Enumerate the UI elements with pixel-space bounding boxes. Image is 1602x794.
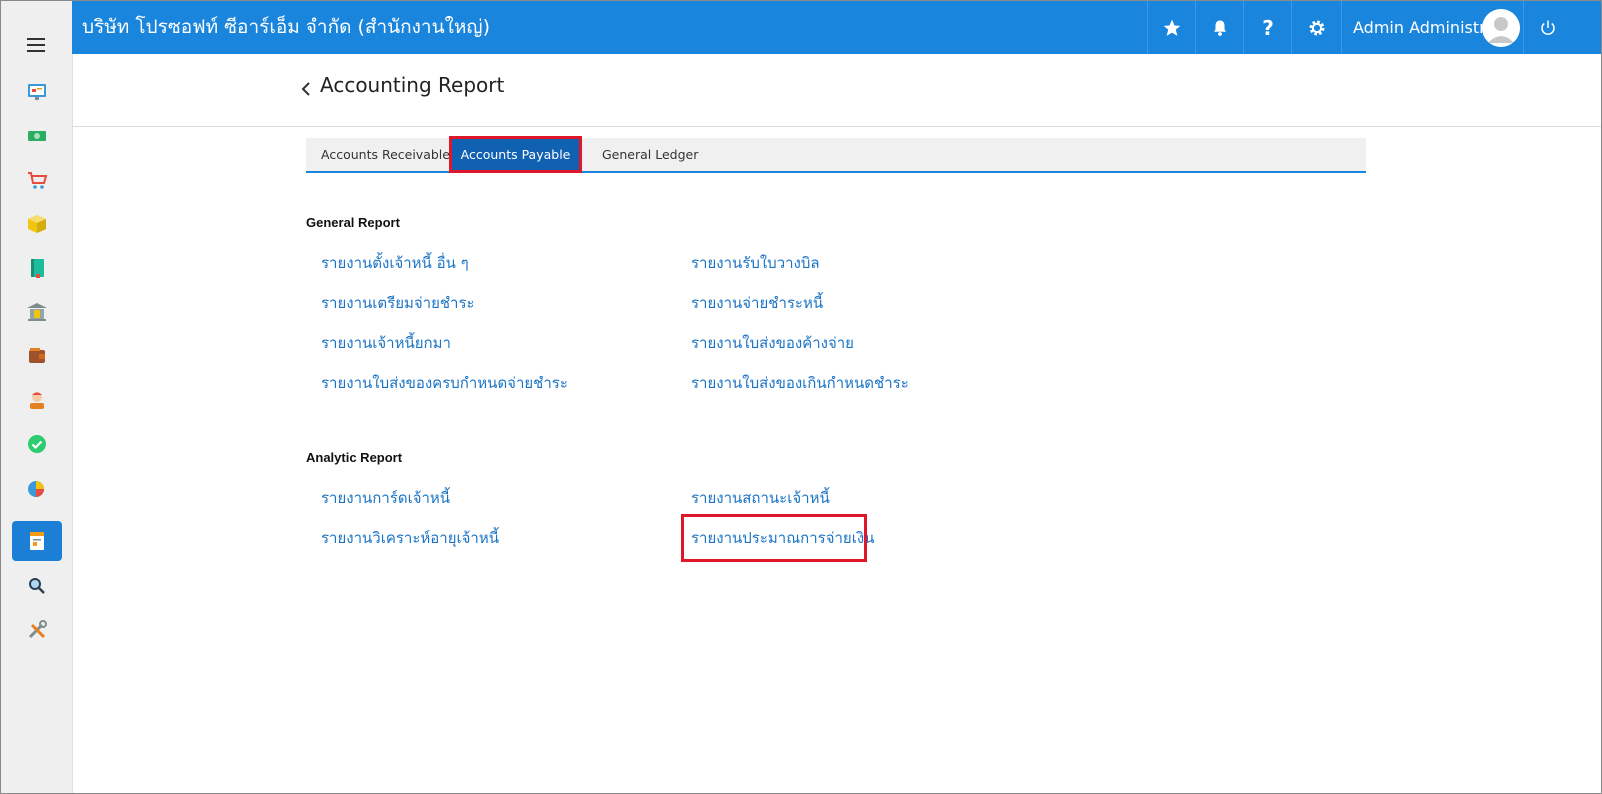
report-link[interactable]: รายงานการ์ดเจ้าหนี้ [321, 486, 450, 510]
wallet-icon [29, 348, 45, 363]
report-tabs: Accounts Receivable Accounts Payable Gen… [306, 136, 1366, 173]
dashboard-icon [28, 84, 46, 100]
tools-icon [28, 620, 47, 639]
report-link[interactable]: รายงานเจ้าหนี้ยกมา [321, 331, 451, 355]
star-icon [1163, 19, 1181, 36]
top-bar: บริษัท โปรซอฟท์ ซีอาร์เอ็ม จำกัด (สำนักง… [72, 1, 1601, 54]
search-icon [29, 578, 45, 594]
report-link[interactable]: รายงานรับใบวางบิล [691, 251, 820, 275]
power-icon [1541, 20, 1555, 35]
report-link[interactable]: รายงานใบส่งของค้างจ่าย [691, 331, 854, 355]
sidebar-item-report[interactable] [12, 521, 62, 561]
page-title: Accounting Report [320, 73, 505, 97]
gear-icon [1309, 20, 1325, 35]
notifications-button[interactable] [1195, 1, 1244, 54]
money-icon [28, 131, 46, 141]
sidebar-item-bank[interactable] [12, 292, 62, 332]
box-icon [28, 215, 46, 233]
analytic-report-heading: Analytic Report [306, 450, 403, 465]
sidebar [1, 1, 73, 793]
check-icon [28, 435, 46, 453]
report-link[interactable]: รายงานสถานะเจ้าหนี้ [691, 486, 830, 510]
highlight-box [681, 514, 867, 562]
favorites-button[interactable] [1147, 1, 1196, 54]
book-icon [31, 259, 44, 278]
report-link[interactable]: รายงานเตรียมจ่ายชำระ [321, 291, 475, 315]
hamburger-menu-icon[interactable] [27, 38, 45, 52]
report-link[interactable]: รายงานวิเคราะห์อายุเจ้าหนี้ [321, 526, 499, 550]
report-icon [30, 532, 44, 550]
general-report-heading: General Report [306, 215, 400, 230]
tab-accounts-receivable[interactable]: Accounts Receivable [306, 138, 465, 171]
tab-general-ledger[interactable]: General Ledger [587, 138, 713, 171]
settings-button[interactable] [1291, 1, 1342, 54]
sidebar-item-customer[interactable] [12, 380, 62, 420]
tab-accounts-payable[interactable]: Accounts Payable [449, 136, 582, 173]
page-header: Accounting Report [73, 54, 1601, 127]
sidebar-item-tools[interactable] [12, 610, 62, 650]
sidebar-item-approval[interactable] [12, 424, 62, 464]
report-link[interactable]: รายงานตั้งเจ้าหนี้ อื่น ๆ [321, 251, 469, 275]
cart-icon [28, 172, 48, 189]
user-name: Admin Administr... [1353, 18, 1500, 37]
sidebar-item-book[interactable] [12, 248, 62, 288]
back-arrow-icon[interactable] [299, 81, 313, 97]
report-link[interactable]: รายงานใบส่งของครบกำหนดจ่ายชำระ [321, 371, 568, 395]
report-link[interactable]: รายงานจ่ายชำระหนี้ [691, 291, 823, 315]
sidebar-item-dashboard[interactable] [12, 72, 62, 112]
company-name: บริษัท โปรซอฟท์ ซีอาร์เอ็ม จำกัด (สำนักง… [82, 16, 490, 38]
help-button[interactable]: ? [1243, 1, 1292, 54]
report-link[interactable]: รายงานใบส่งของเกินกำหนดชำระ [691, 371, 909, 395]
customer-icon [30, 392, 44, 409]
sidebar-item-box[interactable] [12, 204, 62, 244]
sidebar-item-analytics[interactable] [12, 468, 62, 508]
sidebar-item-money[interactable] [12, 116, 62, 156]
sidebar-item-search[interactable] [12, 566, 62, 606]
logout-button[interactable] [1523, 1, 1572, 54]
bell-icon [1214, 20, 1226, 36]
help-icon: ? [1262, 15, 1274, 40]
sidebar-item-cart[interactable] [12, 160, 62, 200]
sidebar-item-wallet[interactable] [12, 336, 62, 376]
user-menu[interactable]: Admin Administr... [1341, 1, 1524, 54]
avatar [1482, 9, 1520, 47]
pie-chart-icon [28, 481, 44, 497]
bank-icon [27, 303, 47, 321]
